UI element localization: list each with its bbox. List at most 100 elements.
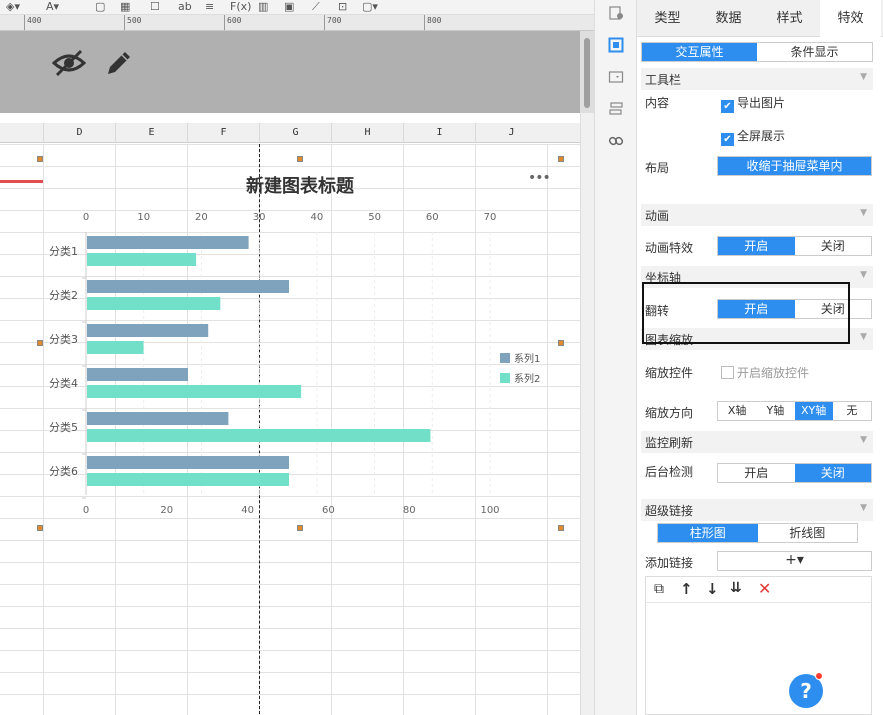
copy-icon[interactable]: ⧉ bbox=[654, 581, 664, 597]
collapse-icon[interactable]: ▼ bbox=[860, 72, 867, 82]
tab-data[interactable]: 数据 bbox=[698, 0, 759, 37]
align-icon[interactable]: ≡ bbox=[205, 0, 214, 13]
checkbox-checked-icon[interactable]: ✔ bbox=[721, 133, 734, 146]
collapse-icon[interactable]: ▼ bbox=[860, 270, 867, 280]
grid-row-line bbox=[0, 342, 580, 343]
grid-row-line bbox=[0, 650, 580, 651]
toggle-off[interactable]: 关闭 bbox=[795, 237, 872, 255]
resize-handle[interactable] bbox=[37, 156, 43, 162]
cell-element-icon[interactable] bbox=[608, 37, 624, 53]
widget-icon[interactable] bbox=[608, 69, 624, 85]
checkbox-label: 导出图片 bbox=[737, 96, 786, 110]
monitor-section[interactable]: 监控刷新 ▼ bbox=[641, 431, 873, 453]
column-header-cell[interactable]: F bbox=[187, 123, 259, 143]
add-link-button[interactable]: +▾ bbox=[717, 551, 872, 571]
component-settings-icon[interactable] bbox=[608, 5, 624, 21]
resize-handle[interactable] bbox=[558, 156, 564, 162]
grid-row-line bbox=[0, 562, 580, 563]
layout-select[interactable]: 收缩于抽屉菜单内 bbox=[717, 156, 872, 176]
checkbox-unchecked-icon[interactable] bbox=[721, 366, 734, 379]
grid-row-line bbox=[0, 144, 580, 145]
toggle-off[interactable]: 关闭 bbox=[794, 464, 871, 482]
toolbar-section[interactable]: 工具栏 ▼ bbox=[641, 68, 873, 90]
link-chart-tabs: 柱形图 折线图 bbox=[657, 523, 858, 543]
hide-eye-icon[interactable] bbox=[52, 48, 86, 78]
fill-color-icon[interactable]: ◈▾ bbox=[6, 0, 20, 13]
resize-handle[interactable] bbox=[37, 340, 43, 346]
move-bottom-icon[interactable]: ⇊ bbox=[730, 580, 742, 596]
collapse-icon[interactable]: ▼ bbox=[860, 208, 867, 218]
zoom-control-label: 缩放控件 bbox=[645, 366, 694, 380]
grid-col-line bbox=[547, 144, 548, 715]
move-down-icon[interactable]: ↓ bbox=[706, 580, 719, 598]
fullscreen-checkbox[interactable]: ✔ 全屏展示 bbox=[721, 127, 785, 146]
grid-row-line bbox=[0, 628, 580, 629]
frame-icon[interactable]: ▢▾ bbox=[362, 0, 378, 13]
add-link-plus[interactable]: +▾ bbox=[718, 552, 871, 570]
zoom-direction-xy[interactable]: XY轴 bbox=[794, 402, 833, 420]
font-color-icon[interactable]: A▾ bbox=[46, 0, 59, 13]
property-panel: 类型 数据 样式 特效 交互属性 条件显示 工具栏 ▼ 内容 ✔ 导出图片 ✔ 全屏… bbox=[637, 0, 883, 715]
subtab-condition-display[interactable]: 条件显示 bbox=[757, 43, 872, 61]
layout-value[interactable]: 收缩于抽屉菜单内 bbox=[718, 157, 871, 175]
export-image-checkbox[interactable]: ✔ 导出图片 bbox=[721, 94, 785, 113]
checkbox-label: 开启缩放控件 bbox=[737, 366, 810, 380]
toggle-on[interactable]: 开启 bbox=[718, 237, 795, 255]
resize-handle[interactable] bbox=[558, 525, 564, 531]
zoom-direction-y[interactable]: Y轴 bbox=[756, 402, 794, 420]
column-header-cell[interactable]: J bbox=[475, 123, 547, 143]
resize-handle[interactable] bbox=[297, 156, 303, 162]
border-icon[interactable]: ▢ bbox=[95, 0, 105, 13]
component-preview-area bbox=[0, 31, 580, 113]
column-header-cell[interactable]: D bbox=[43, 123, 115, 143]
subtab-interaction[interactable]: 交互属性 bbox=[642, 43, 757, 61]
effects-subtabs: 交互属性 条件显示 bbox=[641, 42, 873, 62]
resize-handle[interactable] bbox=[297, 525, 303, 531]
link-list-toolbar: ⧉ ↑ ↓ ⇊ ✕ bbox=[646, 577, 871, 603]
move-up-icon[interactable]: ↑ bbox=[680, 580, 693, 598]
animation-section[interactable]: 动画 ▼ bbox=[641, 204, 873, 226]
tab-effects[interactable]: 特效 bbox=[820, 0, 881, 37]
chart-icon[interactable]: ▥ bbox=[258, 0, 268, 13]
toggle-on[interactable]: 开启 bbox=[718, 464, 795, 482]
tab-style[interactable]: 样式 bbox=[759, 0, 820, 37]
delete-icon[interactable]: ✕ bbox=[758, 579, 771, 598]
link-tab-bar[interactable]: 柱形图 bbox=[658, 524, 758, 542]
resize-handle[interactable] bbox=[558, 340, 564, 346]
add-link-label: 添加链接 bbox=[645, 556, 694, 570]
column-header-cell[interactable]: G bbox=[259, 123, 331, 143]
collapse-icon[interactable]: ▼ bbox=[860, 435, 867, 445]
edit-pencil-icon[interactable] bbox=[104, 48, 134, 78]
grid-row-line bbox=[0, 386, 580, 387]
formula-icon[interactable]: F(x) bbox=[230, 0, 251, 13]
column-header: D E F G H I J bbox=[0, 123, 580, 143]
column-header-cell[interactable]: I bbox=[403, 123, 475, 143]
column-header-cell[interactable]: E bbox=[115, 123, 187, 143]
zoom-direction-none[interactable]: 无 bbox=[833, 402, 871, 420]
collapse-icon[interactable]: ▼ bbox=[860, 503, 867, 513]
hyperlink-section[interactable]: 超级链接 ▼ bbox=[641, 499, 873, 521]
paste-icon[interactable]: ⊡ bbox=[338, 0, 347, 13]
brush-icon[interactable]: ⟋ bbox=[312, 0, 320, 13]
link-icon[interactable] bbox=[608, 133, 624, 149]
spreadsheet-grid[interactable]: D E F G H I J bbox=[0, 113, 580, 715]
layer-icon[interactable] bbox=[608, 101, 624, 117]
resize-handle[interactable] bbox=[37, 525, 43, 531]
checkbox-checked-icon[interactable]: ✔ bbox=[721, 100, 734, 113]
zoom-direction-x[interactable]: X轴 bbox=[718, 402, 756, 420]
column-header-cell[interactable]: H bbox=[331, 123, 403, 143]
grid-row-line bbox=[0, 188, 580, 189]
collapse-icon[interactable]: ▼ bbox=[860, 332, 867, 342]
tab-type[interactable]: 类型 bbox=[637, 0, 698, 37]
ab-icon[interactable]: ab bbox=[178, 0, 192, 13]
enable-zoom-checkbox[interactable]: 开启缩放控件 bbox=[721, 364, 809, 381]
scrollbar-thumb[interactable] bbox=[584, 38, 590, 108]
image-icon[interactable]: ▣ bbox=[284, 0, 294, 13]
ruler-tick: 400 bbox=[27, 16, 42, 25]
text-icon[interactable]: ☐ bbox=[150, 0, 160, 13]
link-tab-line[interactable]: 折线图 bbox=[758, 524, 858, 542]
grid-row-line bbox=[0, 430, 580, 431]
ruler-tick: 700 bbox=[327, 16, 342, 25]
sheet-vertical-scrollbar[interactable] bbox=[580, 113, 594, 715]
table-icon[interactable]: ▦ bbox=[120, 0, 130, 13]
